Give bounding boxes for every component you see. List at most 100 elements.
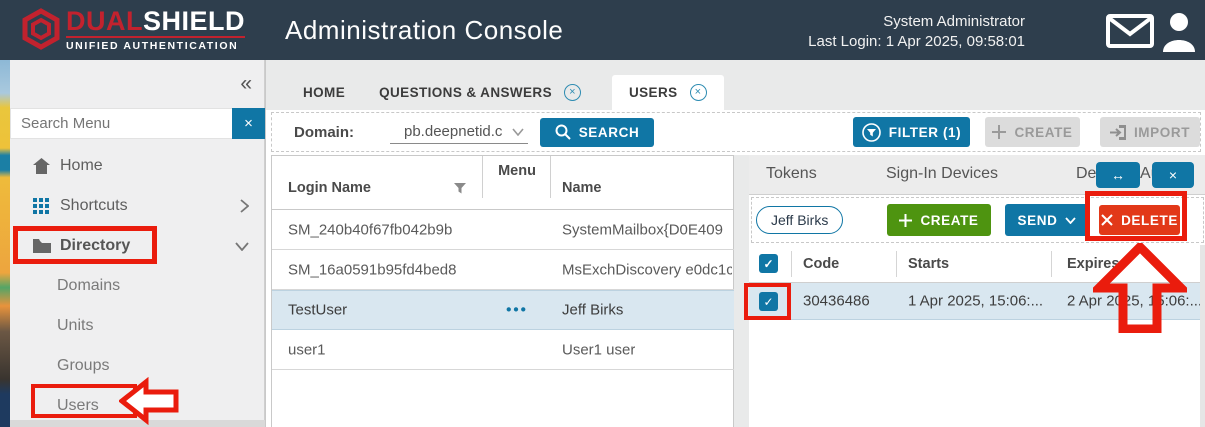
sidebar-item-shortcuts[interactable]: Shortcuts [10, 188, 265, 224]
brand-name: DUALSHIELD [66, 8, 245, 35]
user-row[interactable]: user1 User1 user [272, 330, 735, 370]
create-button-label: CREATE [1014, 125, 1072, 140]
domain-select[interactable]: pb.deepnetid.c [390, 120, 528, 144]
create-button-disabled[interactable]: CREATE [985, 117, 1080, 147]
sidebar-item-label: Home [60, 157, 265, 175]
search-button[interactable]: SEARCH [540, 118, 654, 147]
sidebar-item-label: Groups [57, 357, 265, 375]
sidebar-item-label: Shortcuts [60, 197, 240, 215]
header-user-info: System Administrator Last Login: 1 Apr 2… [808, 12, 1025, 53]
sidebar-item-home[interactable]: Home [10, 148, 265, 184]
user-detail-panel: Tokens Sign-In Devices Deepnet Authe ↔ ×… [749, 155, 1205, 427]
sidebar-item-users[interactable]: Users [10, 388, 265, 424]
sidebar-item-domains[interactable]: Domains [10, 268, 265, 304]
login-name-cell: SM_16a0591b95fd4bed8 [288, 261, 457, 278]
close-icon: × [1169, 167, 1177, 183]
panel-tab-tokens[interactable]: Tokens [766, 165, 817, 183]
tab-label: HOME [303, 85, 345, 100]
column-header-login-name[interactable]: Login Name [288, 180, 371, 196]
token-expires-cell: 2 Apr 2025, 15:06:... [1067, 293, 1202, 310]
select-all-checkbox[interactable]: ✓ [759, 254, 778, 273]
user-row[interactable]: SM_240b40f67fb042b9b SystemMailbox{D0E40… [272, 210, 735, 250]
users-toolbar: Domain: pb.deepnetid.c SEARCH FILTER (1)… [271, 112, 1201, 152]
tab-close-icon[interactable]: × [690, 84, 707, 101]
user-chip[interactable]: Jeff Birks [756, 206, 843, 234]
tab-users[interactable]: USERS × [612, 75, 724, 110]
panel-scrollbar[interactable] [1200, 245, 1205, 427]
token-delete-label: DELETE [1121, 213, 1178, 228]
column-separator [896, 251, 897, 277]
import-icon [1110, 125, 1126, 140]
row-checkbox-checked[interactable]: ✓ [759, 292, 778, 311]
user-name: System Administrator [808, 12, 1025, 32]
token-send-button[interactable]: SEND [1005, 204, 1089, 236]
user-row-selected[interactable]: TestUser ••• Jeff Birks [272, 290, 735, 330]
column-header-starts[interactable]: Starts [908, 256, 949, 272]
token-row-selected[interactable]: ✓ 30436486 1 Apr 2025, 15:06:... 2 Apr 2… [749, 283, 1205, 320]
token-create-button[interactable]: CREATE [887, 204, 991, 236]
panel-tab-signin-devices[interactable]: Sign-In Devices [886, 165, 998, 183]
panel-expand-button[interactable]: ↔ [1096, 162, 1140, 188]
filter-button-label: FILTER (1) [889, 125, 962, 140]
sidebar-item-directory[interactable]: Directory [10, 228, 265, 264]
chevron-down-icon [235, 242, 249, 251]
chevron-down-icon [512, 128, 524, 136]
search-clear-button[interactable]: × [232, 108, 265, 139]
user-row[interactable]: SM_16a0591b95fd4bed8 MsExchDiscovery e0d… [272, 250, 735, 290]
sidebar-item-units[interactable]: Units [10, 308, 265, 344]
desktop-wallpaper-strip [0, 60, 10, 427]
column-separator [550, 156, 551, 198]
sidebar: « × Home Shortcuts Directory [10, 60, 265, 420]
sidebar-collapse-icon[interactable]: « [240, 72, 252, 96]
import-button-disabled[interactable]: IMPORT [1100, 117, 1200, 147]
split-divider[interactable] [734, 155, 749, 427]
column-header-name[interactable]: Name [562, 180, 602, 196]
brand-text-block: DUALSHIELD UNIFIED AUTHENTICATION [66, 8, 245, 52]
app-header: DUALSHIELD UNIFIED AUTHENTICATION Admini… [0, 0, 1205, 60]
workspace-tabbar: HOME QUESTIONS & ANSWERS × USERS × [266, 60, 1205, 110]
chevron-right-icon [240, 199, 249, 213]
token-table-header: ✓ Code Starts Expires [749, 245, 1205, 283]
token-create-label: CREATE [920, 213, 978, 228]
column-separator [1051, 251, 1052, 277]
panel-close-button[interactable]: × [1152, 162, 1194, 188]
shortcuts-grid-icon [33, 198, 51, 214]
tab-label: USERS [629, 85, 678, 100]
domain-label: Domain: [294, 124, 354, 141]
user-profile-icon[interactable] [1160, 10, 1198, 57]
home-icon [33, 158, 51, 174]
tab-questions-answers[interactable]: QUESTIONS & ANSWERS × [362, 75, 598, 110]
name-cell: SystemMailbox{D0E409 [562, 221, 723, 238]
column-separator [791, 251, 792, 277]
filter-button[interactable]: FILTER (1) [853, 117, 970, 147]
tab-close-icon[interactable]: × [564, 84, 581, 101]
folder-icon [33, 239, 51, 253]
sidebar-item-groups[interactable]: Groups [10, 348, 265, 384]
token-code-cell: 30436486 [803, 293, 870, 310]
token-send-label: SEND [1018, 213, 1058, 228]
row-menu-icon[interactable]: ••• [484, 302, 550, 319]
plus-icon [899, 214, 912, 227]
login-name-cell: user1 [288, 341, 326, 358]
brand-rule [66, 36, 245, 38]
column-filter-icon[interactable] [454, 182, 466, 198]
last-login: Last Login: 1 Apr 2025, 09:58:01 [808, 32, 1025, 52]
expand-icon: ↔ [1111, 167, 1125, 183]
token-delete-button[interactable]: DELETE [1099, 205, 1180, 235]
check-icon: ✓ [763, 295, 773, 309]
name-cell: MsExchDiscovery e0dc1c [562, 261, 732, 278]
sidebar-item-label: Units [57, 317, 265, 335]
page-title: Administration Console [285, 15, 563, 46]
users-table: Login Name Menu Name SM_240b40f67fb042b9… [271, 155, 734, 427]
column-header-expires[interactable]: Expires [1067, 256, 1119, 272]
tab-home[interactable]: HOME [286, 75, 362, 110]
x-icon [1101, 214, 1113, 226]
token-starts-cell: 1 Apr 2025, 15:06:... [908, 293, 1043, 310]
column-header-code[interactable]: Code [803, 256, 839, 272]
mail-icon[interactable] [1106, 14, 1154, 53]
search-icon [555, 124, 571, 140]
search-button-label: SEARCH [579, 125, 640, 140]
search-menu-input[interactable] [10, 108, 232, 139]
token-action-row: Jeff Birks CREATE SEND DELETE [751, 197, 1204, 243]
hexagon-logo-icon [20, 8, 62, 50]
